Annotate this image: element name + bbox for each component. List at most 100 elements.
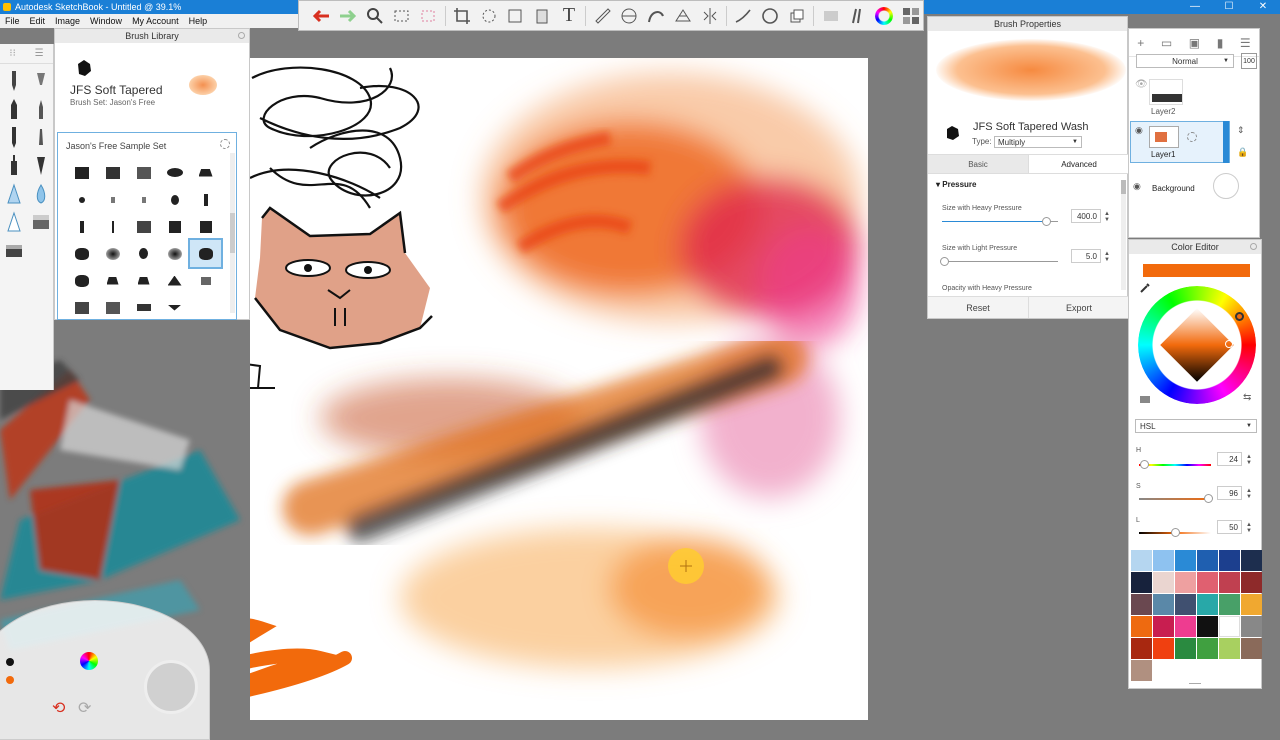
ruler-icon[interactable] xyxy=(590,3,615,28)
l-field[interactable]: 50 xyxy=(1217,520,1242,534)
undo-icon[interactable] xyxy=(309,3,334,28)
brush-texture-3[interactable] xyxy=(128,159,159,186)
brush-dots-1[interactable] xyxy=(66,213,97,240)
saturation-slider[interactable] xyxy=(1139,494,1214,503)
brush-texture-7[interactable] xyxy=(128,294,159,321)
color-swatch[interactable] xyxy=(1131,594,1152,615)
pencil-tool-icon[interactable] xyxy=(3,70,25,94)
brush-splat-2[interactable] xyxy=(97,186,128,213)
export-button[interactable]: Export xyxy=(1028,297,1129,318)
french-curve-icon[interactable] xyxy=(644,3,669,28)
redo-icon[interactable] xyxy=(336,3,361,28)
symmetry-icon[interactable] xyxy=(697,3,722,28)
copic-icon[interactable] xyxy=(818,3,843,28)
add-group-icon[interactable]: ▭ xyxy=(1161,36,1172,50)
menu-help[interactable]: Help xyxy=(184,16,213,26)
brush-texture-1[interactable] xyxy=(66,159,97,186)
color-swatch[interactable] xyxy=(1241,594,1262,615)
transform-icon[interactable] xyxy=(476,3,501,28)
size-heavy-field[interactable]: 400.0 xyxy=(1071,209,1101,223)
add-image-icon[interactable]: ▣ xyxy=(1189,36,1200,50)
perspective-icon[interactable] xyxy=(671,3,696,28)
color-swatch[interactable] xyxy=(1219,572,1240,593)
tab-basic[interactable]: Basic xyxy=(928,155,1028,173)
pressure-section[interactable]: ▾ Pressure xyxy=(936,180,977,189)
color-swatch[interactable] xyxy=(1153,572,1174,593)
brush-soft-round-2[interactable] xyxy=(159,240,190,267)
color-swatch[interactable] xyxy=(1131,572,1152,593)
color-swatch[interactable] xyxy=(1219,594,1240,615)
brush-peak[interactable] xyxy=(159,267,190,294)
spinner-icon[interactable]: ▲ ▼ xyxy=(1246,454,1252,466)
panel-close-icon[interactable] xyxy=(238,32,245,39)
brush-soft-tapered-selected[interactable] xyxy=(188,238,223,269)
brush-bead[interactable] xyxy=(190,186,221,213)
brush-splat-1[interactable] xyxy=(66,186,97,213)
color-swatch[interactable] xyxy=(1219,550,1240,571)
technical-pen-icon[interactable] xyxy=(3,154,25,178)
hard-eraser-icon[interactable] xyxy=(3,238,25,262)
text-icon[interactable]: T xyxy=(557,3,582,28)
layer-item-background[interactable]: ◉ Background xyxy=(1129,169,1259,205)
spinner-icon[interactable]: ▲ ▼ xyxy=(1104,251,1110,263)
lightness-slider[interactable] xyxy=(1139,528,1211,537)
brush-set-icon[interactable] xyxy=(845,3,870,28)
brush-set-menu-icon[interactable] xyxy=(220,139,230,149)
brush-texture-6[interactable] xyxy=(97,294,128,321)
spinner-icon[interactable]: ▲ ▼ xyxy=(1104,211,1110,223)
brush-scatter[interactable] xyxy=(190,267,221,294)
size-light-slider[interactable] xyxy=(940,257,1058,266)
palette-icon[interactable] xyxy=(898,3,923,28)
brush-texture-2[interactable] xyxy=(97,159,128,186)
zoom-icon[interactable] xyxy=(362,3,387,28)
current-color-swatch[interactable] xyxy=(1143,264,1250,277)
brush-blob-2[interactable] xyxy=(66,267,97,294)
pen-tool-icon[interactable] xyxy=(3,126,25,150)
spinner-icon[interactable]: ▲ ▼ xyxy=(1246,522,1252,534)
magic-select-icon[interactable] xyxy=(416,3,441,28)
ellipse-guide-icon[interactable] xyxy=(617,3,642,28)
layer-lock-icon[interactable]: 🔒 xyxy=(1237,147,1248,158)
panel-menu-icon[interactable]: ☰ xyxy=(35,48,44,59)
brush-splat-3[interactable] xyxy=(128,186,159,213)
delete-layer-icon[interactable]: ▮ xyxy=(1217,36,1224,50)
add-layer-icon[interactable]: + xyxy=(1137,36,1144,50)
brush-tool-icon[interactable] xyxy=(30,98,52,122)
layer-move-icon[interactable]: ⇕ xyxy=(1237,125,1245,136)
brush-texture-4[interactable] xyxy=(128,213,159,240)
close-button[interactable]: ✕ xyxy=(1246,0,1280,14)
select-icon[interactable] xyxy=(389,3,414,28)
color-swatch[interactable] xyxy=(1197,572,1218,593)
layer-icon[interactable] xyxy=(784,3,809,28)
crop-icon[interactable] xyxy=(450,3,475,28)
color-swatch[interactable] xyxy=(1197,616,1218,637)
visibility-icon[interactable]: ◉ xyxy=(1135,125,1143,136)
layer-item-layer2[interactable]: 👁 Layer2 xyxy=(1129,75,1259,119)
color-swatch[interactable] xyxy=(1197,594,1218,615)
layer-lock-icon[interactable] xyxy=(1187,132,1197,142)
brush-lotus[interactable] xyxy=(159,294,190,321)
brush-puck[interactable] xyxy=(144,660,198,714)
swap-color-icon[interactable]: ⇆ xyxy=(1243,392,1251,403)
brush-square-1[interactable] xyxy=(159,213,190,240)
brush-square-2[interactable] xyxy=(190,213,221,240)
maximize-button[interactable]: ☐ xyxy=(1212,0,1246,14)
marker-tool-icon[interactable] xyxy=(3,98,25,122)
reset-button[interactable]: Reset xyxy=(928,297,1028,318)
s-field[interactable]: 96 xyxy=(1217,486,1242,500)
color-swatch[interactable] xyxy=(1131,616,1152,637)
color-swatch[interactable] xyxy=(1175,594,1196,615)
save-color-icon[interactable] xyxy=(1139,392,1151,404)
lagoon-undo-icon[interactable]: ⟲ xyxy=(52,698,65,718)
visibility-icon[interactable]: ◉ xyxy=(1133,181,1141,192)
color-wheel-icon[interactable] xyxy=(80,652,98,670)
color-swatch[interactable] xyxy=(1153,550,1174,571)
color-swatch[interactable] xyxy=(1241,616,1262,637)
brush-grid-scrollbar[interactable] xyxy=(230,153,235,313)
ellipse-icon[interactable] xyxy=(758,3,783,28)
brush-texture-5[interactable] xyxy=(66,294,97,321)
color-wheel-icon[interactable] xyxy=(872,3,897,28)
panel-close-icon[interactable] xyxy=(1250,243,1257,250)
color-swatch[interactable] xyxy=(1175,638,1196,659)
color-swatch[interactable] xyxy=(1175,550,1196,571)
